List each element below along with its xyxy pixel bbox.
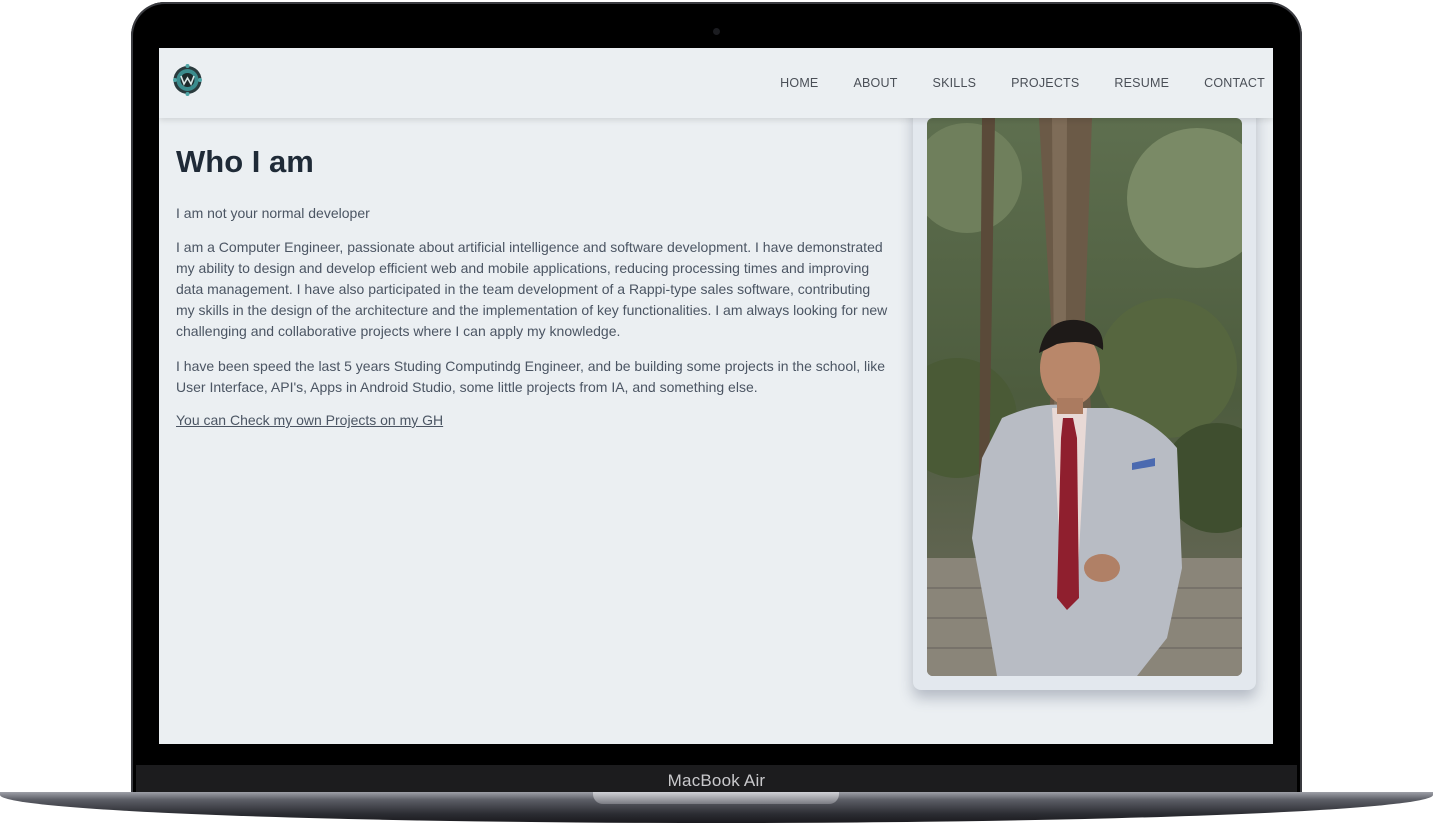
camera-icon bbox=[713, 28, 720, 35]
github-projects-link[interactable]: You can Check my own Projects on my GH bbox=[176, 412, 443, 428]
device-label: MacBook Air bbox=[667, 771, 766, 790]
nav-resume[interactable]: RESUME bbox=[1114, 76, 1169, 90]
screen: HOME ABOUT SKILLS PROJECTS RESUME CONTAC… bbox=[159, 48, 1273, 744]
navbar: HOME ABOUT SKILLS PROJECTS RESUME CONTAC… bbox=[159, 48, 1273, 118]
nav-about[interactable]: ABOUT bbox=[853, 76, 897, 90]
logo-icon[interactable] bbox=[172, 62, 203, 98]
profile-photo bbox=[927, 118, 1242, 676]
intro-text: I am not your normal developer bbox=[176, 205, 370, 221]
about-section: ABOUT Who I am I am not your normal deve… bbox=[176, 104, 888, 430]
nav-skills[interactable]: SKILLS bbox=[933, 76, 977, 90]
nav-menu: HOME ABOUT SKILLS PROJECTS RESUME CONTAC… bbox=[745, 76, 1265, 90]
section-heading: Who I am bbox=[176, 144, 314, 179]
experience-text: I have been speed the last 5 years Studi… bbox=[176, 358, 886, 395]
device-mockup: HOME ABOUT SKILLS PROJECTS RESUME CONTAC… bbox=[0, 0, 1433, 823]
nav-contact[interactable]: CONTACT bbox=[1204, 76, 1265, 90]
profile-photo-card bbox=[913, 98, 1256, 690]
nav-home[interactable]: HOME bbox=[780, 76, 818, 90]
nav-projects[interactable]: PROJECTS bbox=[1011, 76, 1079, 90]
laptop-notch bbox=[593, 792, 839, 804]
laptop-chin: MacBook Air bbox=[136, 765, 1297, 795]
bio-text: I am a Computer Engineer, passionate abo… bbox=[176, 239, 888, 339]
